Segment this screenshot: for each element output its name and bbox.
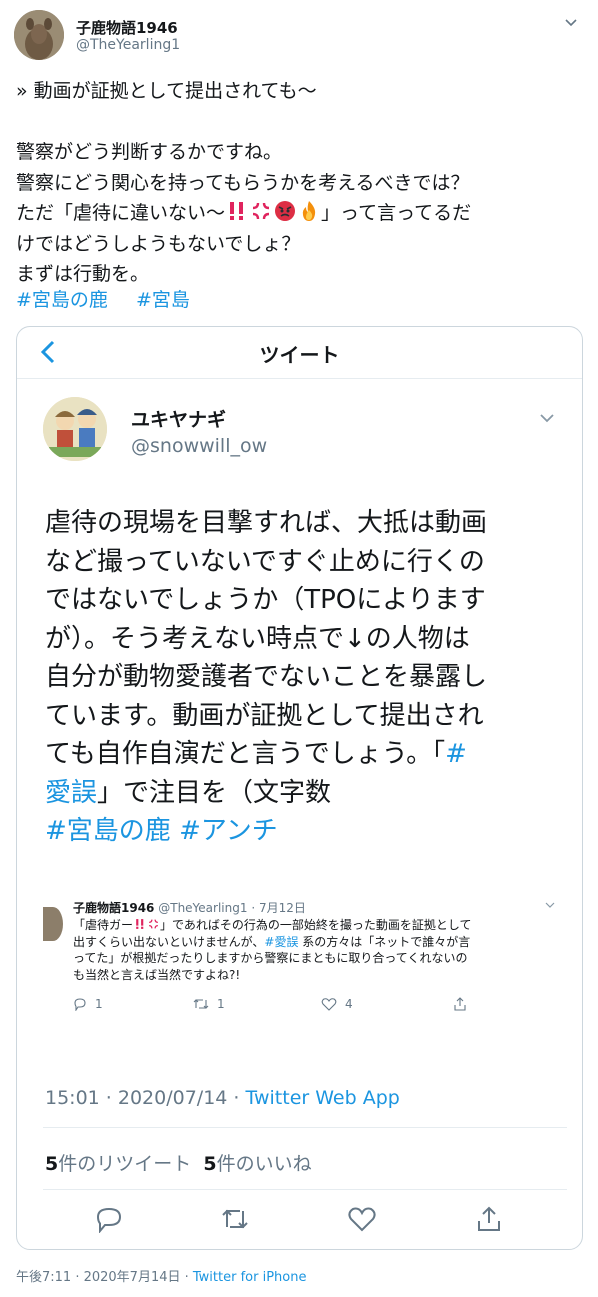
- footer-time: 午後7:11 · 2020年7月14日 ·: [16, 1270, 193, 1285]
- tweet-text: » 動画が証拠として提出されても〜 警察がどう判断するかですね。警察にどう関心を持…: [16, 76, 586, 290]
- card-text-line: 自分が動物愛護者でないことを暴露し: [45, 662, 488, 692]
- card-text-line: ています。動画が証拠として提出され: [45, 700, 484, 731]
- quoted-text-part: 「虐待ガー: [73, 918, 134, 932]
- card-source-link[interactable]: Twitter Web App: [246, 1087, 400, 1109]
- tweet-line-part: 」って言ってるだ: [321, 202, 472, 224]
- quoted-author-name: 子鹿物語1946: [73, 901, 155, 915]
- tweet-line: ただ「虐待に違いない〜 」って言ってるだ: [16, 198, 586, 229]
- likes-number[interactable]: 5: [203, 1153, 216, 1175]
- card-action-bar: [17, 1201, 582, 1241]
- retweet-icon: [193, 999, 209, 1009]
- like-icon[interactable]: [348, 1205, 376, 1233]
- card-text-part: ても自作自演だと言うでしょう。「: [45, 739, 446, 769]
- card-text-line: ではないでしょうか（TPOによります: [45, 585, 486, 615]
- hashtag-link[interactable]: #: [445, 739, 467, 769]
- quoted-share: [453, 997, 467, 1011]
- quoted-date: · 7月12日: [251, 901, 306, 915]
- card-header: ツイート: [17, 327, 582, 379]
- retweets-label[interactable]: 件のリツイート: [58, 1153, 191, 1175]
- reply-icon[interactable]: [95, 1205, 123, 1233]
- embedded-tweet-card[interactable]: ツイート ユキヤナギ @snowwill_ow 虐待の現場を目撃すれば、大抵は動…: [16, 326, 583, 1250]
- quoted-tweet[interactable]: 子鹿物語1946 @TheYearling1 · 7月12日 「虐待ガー 」であれ…: [43, 899, 563, 1013]
- author-handle[interactable]: @TheYearling1: [76, 37, 180, 53]
- card-author-name[interactable]: ユキヤナギ: [131, 405, 226, 432]
- quoted-header: 子鹿物語1946 @TheYearling1 · 7月12日: [73, 899, 306, 916]
- hashtag-link[interactable]: #宮島の鹿: [16, 289, 108, 311]
- retweets-number[interactable]: 5: [45, 1153, 58, 1175]
- quoted-text: 「虐待ガー 」であればその行為の一部始終を撮った動画を証拠として 出すくらい出ない…: [73, 917, 563, 983]
- like-count: 4: [345, 997, 353, 1011]
- footer-source-link[interactable]: Twitter for iPhone: [193, 1270, 307, 1285]
- card-text-line: 虐待の現場を目撃すれば、大抵は動画: [45, 508, 488, 538]
- card-text-line: #宮島の鹿 #アンチ: [45, 812, 565, 851]
- card-timestamp: 15:01 · 2020/07/14 ·: [45, 1087, 246, 1109]
- fire-icon: [302, 201, 316, 221]
- author-name[interactable]: 子鹿物語1946: [76, 17, 178, 38]
- double-exclamation-icon: [230, 202, 244, 220]
- engagement-counts: 5件のリツイート 5件のいいね: [45, 1149, 312, 1176]
- hashtag-link[interactable]: #宮島: [136, 289, 190, 311]
- quoted-reply: 1: [73, 997, 103, 1011]
- hashtag-link[interactable]: #宮島の鹿: [45, 816, 171, 846]
- quoted-author-handle: @TheYearling1: [158, 901, 248, 915]
- card-text-part: 」で注目を（文字数: [97, 777, 332, 808]
- reply-icon: [74, 998, 86, 1011]
- hashtag-link: #愛誤: [264, 934, 299, 949]
- quoted-like: 4: [321, 997, 353, 1011]
- chevron-down-icon[interactable]: [564, 16, 578, 30]
- card-text-line: など撮っていないですぐ止めに行くの: [45, 546, 485, 577]
- like-icon: [321, 998, 337, 1011]
- retweet-icon[interactable]: [221, 1205, 249, 1233]
- anger-icon: [149, 919, 158, 929]
- tweet-line-part: ただ「虐待に違いない〜: [16, 202, 226, 224]
- tweet-line: 警察がどう判断するかですね。: [16, 141, 283, 163]
- likes-label[interactable]: 件のいいね: [217, 1153, 312, 1175]
- hashtag-link[interactable]: #アンチ: [179, 816, 278, 846]
- tweet-header: 子鹿物語1946 @TheYearling1: [14, 10, 584, 62]
- tweet-line: » 動画が証拠として提出されても〜: [16, 80, 317, 102]
- anger-icon: [252, 202, 270, 220]
- divider: [43, 1189, 567, 1190]
- tweet-footer: 午後7:11 · 2020年7月14日 · Twitter for iPhone: [16, 1266, 306, 1285]
- card-timestamp-row: 15:01 · 2020/07/14 · Twitter Web App: [45, 1087, 400, 1109]
- angry-face-icon: [275, 201, 296, 221]
- tweet-line: 警察にどう関心を持ってもらうかを考えるべきでは？: [16, 171, 470, 194]
- quoted-retweet: 1: [193, 997, 225, 1011]
- reply-count: 1: [95, 997, 103, 1011]
- card-text-line: ても自作自演だと言うでしょう。「#: [45, 735, 565, 774]
- share-icon: [454, 997, 466, 1011]
- hashtag-link[interactable]: 愛誤: [45, 778, 97, 808]
- tweet-line: けではどうしようもないでしょ？: [16, 232, 301, 255]
- card-text-line: 愛誤」で注目を（文字数: [45, 774, 565, 813]
- quoted-author-avatar: [43, 907, 63, 941]
- chevron-down-icon: [545, 902, 555, 908]
- card-text-line: が）。そう考えない時点で↓の人物は: [45, 623, 470, 654]
- share-icon[interactable]: [475, 1205, 503, 1233]
- divider: [43, 1127, 567, 1128]
- card-author-avatar[interactable]: [43, 397, 107, 461]
- author-avatar[interactable]: [14, 10, 64, 60]
- retweet-count: 1: [217, 997, 225, 1011]
- card-tweet-text: 虐待の現場を目撃すれば、大抵は動画 など撮っていないですぐ止めに行くの ではないでし…: [45, 504, 565, 851]
- hashtag-row: #宮島の鹿 #宮島: [16, 285, 212, 312]
- chevron-down-icon[interactable]: [538, 411, 556, 425]
- card-author-handle[interactable]: @snowwill_ow: [131, 435, 267, 457]
- double-exclamation-icon: [136, 919, 144, 929]
- card-title: ツイート: [259, 343, 340, 367]
